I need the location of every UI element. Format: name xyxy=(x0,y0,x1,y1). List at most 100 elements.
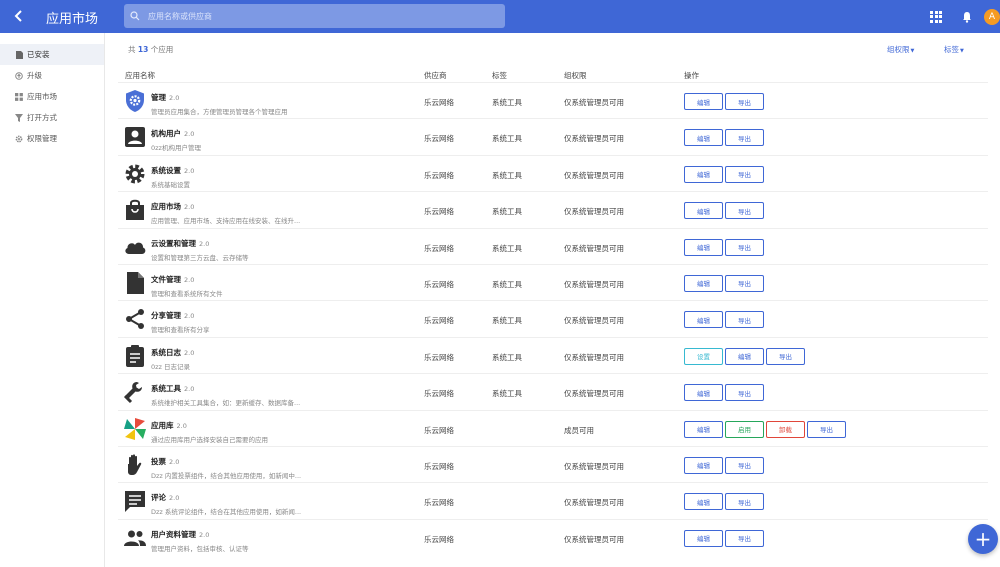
action-button[interactable]: 导出 xyxy=(725,493,764,511)
cloud-icon xyxy=(123,235,147,259)
app-vendor: 乐云网络 xyxy=(424,98,454,107)
action-button[interactable]: 编辑 xyxy=(684,93,723,110)
action-button[interactable]: 编辑 xyxy=(684,384,723,402)
app-permission: 仅系统管理员可用 xyxy=(564,243,624,253)
action-button[interactable]: 设置 xyxy=(684,347,723,365)
row-actions: 编辑 导出 xyxy=(684,274,764,292)
table-row: 管理 2.0 管理员应用集合，方便管理员管理各个管理应用 乐云网络 系统工具 仅系统管理员… xyxy=(118,82,988,118)
app-description: 0zz机构用户管理 xyxy=(151,144,201,153)
app-name: 系统设置 2.0 xyxy=(151,165,195,175)
action-button[interactable]: 导出 xyxy=(725,238,764,256)
action-button[interactable]: 编辑 xyxy=(684,420,723,438)
action-button[interactable]: 导出 xyxy=(725,165,764,183)
app-tag: 系统工具 xyxy=(492,98,522,107)
action-button[interactable]: 导出 xyxy=(725,274,764,292)
app-name: 管理 2.0 xyxy=(151,93,180,102)
avatar[interactable]: A xyxy=(984,8,1000,25)
row-actions: 编辑 导出 xyxy=(684,238,764,256)
action-button[interactable]: 编辑 xyxy=(684,129,723,147)
action-button[interactable]: 编辑 xyxy=(684,202,723,220)
apps-grid-icon[interactable] xyxy=(930,10,942,23)
table-row: 应用市场 2.0 应用管理、应用市场、支持应用在线安装、在线升... 乐云网络 系统工具… xyxy=(118,191,988,227)
table-row: 投票 2.0 Dzz 内置投票组件，结合其他应用使用，如新闻中... 乐云网络 仅系统管… xyxy=(118,445,988,482)
app-vendor: 乐云网络 xyxy=(424,207,454,217)
filter-icon xyxy=(15,113,23,122)
action-button[interactable]: 导出 xyxy=(807,420,846,438)
action-button[interactable]: 编辑 xyxy=(725,347,764,365)
action-button[interactable]: 导出 xyxy=(725,129,764,147)
search-box[interactable] xyxy=(124,4,505,28)
action-button[interactable]: 导出 xyxy=(725,456,764,474)
action-button[interactable]: 编辑 xyxy=(684,274,723,292)
gear-icon xyxy=(123,162,147,186)
sidebar-item-permissions[interactable]: 权限管理 xyxy=(0,128,104,149)
action-button[interactable]: 导出 xyxy=(725,311,764,329)
app-name: 投票 2.0 xyxy=(151,456,180,466)
app-version: 2.0 xyxy=(184,312,195,321)
row-actions: 编辑 导出 xyxy=(684,129,764,147)
table-row: 用户资料管理 2.0 管理用户资料，包括审核、认证等 乐云网络 仅系统管理员可用 编辑 导出 xyxy=(118,518,988,555)
row-actions: 编辑 启用 卸载 导出 xyxy=(684,420,846,438)
tag-filter[interactable]: 标签▼ xyxy=(944,44,964,55)
file-icon xyxy=(123,271,147,295)
shield-gear-icon xyxy=(123,89,147,113)
sidebar-item-open-with[interactable]: 打开方式 xyxy=(0,107,104,128)
action-button[interactable]: 编辑 xyxy=(684,529,723,547)
action-button[interactable]: 导出 xyxy=(725,529,764,547)
app-tag: 系统工具 xyxy=(492,170,522,180)
app-tag: 系统工具 xyxy=(492,207,522,217)
search-input[interactable] xyxy=(148,11,488,21)
table-row: 评论 2.0 Dzz 系统评论组件，结合在其他应用使用，如新闻... 乐云网络 仅系统管… xyxy=(118,482,988,518)
table-row: 分享管理 2.0 管理和查看所有分享 乐云网络 系统工具 仅系统管理员可用 编辑 导出 xyxy=(118,300,988,336)
sidebar-item-label: 应用市场 xyxy=(27,92,57,101)
app-vendor: 乐云网络 xyxy=(424,498,454,508)
app-vendor: 乐云网络 xyxy=(424,461,454,471)
action-button[interactable]: 编辑 xyxy=(684,456,723,474)
sidebar-item-label: 打开方式 xyxy=(27,113,57,122)
app-description: 0zz 日志记录 xyxy=(151,362,191,371)
hand-icon xyxy=(123,453,147,477)
app-name: 应用市场 2.0 xyxy=(151,202,195,212)
row-actions: 编辑 导出 xyxy=(684,165,764,183)
app-version: 2.0 xyxy=(184,166,195,175)
action-button[interactable]: 导出 xyxy=(725,384,764,402)
app-version: 2.0 xyxy=(184,203,195,212)
app-permission: 仅系统管理员可用 xyxy=(564,352,624,362)
app-permission: 仅系统管理员可用 xyxy=(564,389,624,399)
action-button[interactable]: 编辑 xyxy=(684,165,723,183)
app-version: 2.0 xyxy=(184,348,195,357)
wrench-icon xyxy=(123,380,147,404)
action-button[interactable]: 导出 xyxy=(725,93,764,110)
action-button[interactable]: 卸载 xyxy=(766,420,805,438)
bell-icon[interactable] xyxy=(960,10,974,24)
sidebar-item-market[interactable]: 应用市场 xyxy=(0,86,104,107)
app-count: 共 13 个应用 xyxy=(128,45,174,54)
top-bar: 应用市场 A xyxy=(0,0,1000,33)
group-permission-filter[interactable]: 组权限▼ xyxy=(887,44,914,55)
app-description: 系统基础设置 xyxy=(151,180,190,189)
sidebar-item-upgrade[interactable]: 升级 xyxy=(0,65,104,86)
row-actions: 编辑 导出 xyxy=(684,311,764,329)
upgrade-icon xyxy=(15,71,23,80)
column-header-tag: 标签 xyxy=(492,71,507,80)
app-tag: 系统工具 xyxy=(492,389,522,399)
app-name: 评论 2.0 xyxy=(151,493,180,503)
app-description: 通过应用库用户选择安装自己需要的应用 xyxy=(151,435,268,444)
back-arrow-icon[interactable] xyxy=(10,7,28,25)
action-button[interactable]: 导出 xyxy=(725,202,764,220)
users-icon xyxy=(123,526,147,550)
action-button[interactable]: 导出 xyxy=(766,347,805,365)
table-row: 系统日志 2.0 0zz 日志记录 乐云网络 系统工具 仅系统管理员可用 设置 编辑 导出 xyxy=(118,336,988,373)
app-vendor: 乐云网络 xyxy=(424,170,454,180)
table-row: 云设置和管理 2.0 设置和管理第三方云盘、云存储等 乐云网络 系统工具 仅系统管理员可用… xyxy=(118,227,988,264)
action-button[interactable]: 编辑 xyxy=(684,238,723,256)
app-permission: 仅系统管理员可用 xyxy=(564,98,624,107)
action-button[interactable]: 启用 xyxy=(725,420,764,438)
clipboard-icon xyxy=(123,344,147,368)
add-app-button[interactable]: + xyxy=(968,524,998,554)
action-button[interactable]: 编辑 xyxy=(684,493,723,511)
share-icon xyxy=(123,307,147,331)
sidebar-item-installed[interactable]: 已安装 xyxy=(0,44,104,65)
app-vendor: 乐云网络 xyxy=(424,316,454,326)
action-button[interactable]: 编辑 xyxy=(684,311,723,329)
